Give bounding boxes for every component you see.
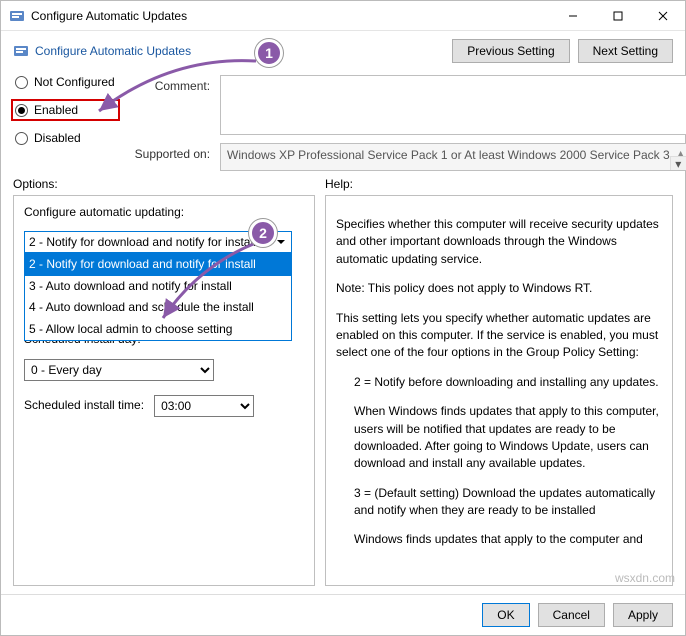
select-option[interactable]: 5 - Allow local admin to choose setting xyxy=(25,319,291,340)
radio-icon xyxy=(15,104,28,117)
supported-on-field: Windows XP Professional Service Pack 1 o… xyxy=(220,143,686,171)
select-option[interactable]: 3 - Auto download and notify for install xyxy=(25,276,291,297)
policy-icon xyxy=(9,8,25,24)
annotation-badge-2: 2 xyxy=(249,219,277,247)
radio-label: Not Configured xyxy=(34,75,115,89)
options-panel: Configure automatic updating: 2 - Notify… xyxy=(13,195,315,586)
panels: Configure automatic updating: 2 - Notify… xyxy=(1,195,685,594)
dialog-window: 1 2 Configure Automatic Updates Configur… xyxy=(0,0,686,636)
supported-on-text: Windows XP Professional Service Pack 1 o… xyxy=(227,148,670,162)
comment-label: Comment: xyxy=(120,75,210,93)
state-radio-group: Not Configured Enabled Disabled xyxy=(1,67,120,171)
dialog-footer: OK Cancel Apply xyxy=(1,594,685,635)
header-row: Configure Automatic Updates Previous Set… xyxy=(1,31,685,67)
cancel-button[interactable]: Cancel xyxy=(538,603,605,627)
annotation-badge-1: 1 xyxy=(255,39,283,67)
supported-label: Supported on: xyxy=(120,143,210,161)
state-section: Not Configured Enabled Disabled Comment:… xyxy=(1,67,685,171)
radio-label: Disabled xyxy=(34,131,81,145)
page-title: Configure Automatic Updates xyxy=(13,43,444,59)
titlebar: Configure Automatic Updates xyxy=(1,1,685,31)
scheduled-time-select[interactable]: 03:00 xyxy=(154,395,254,417)
scheduled-time-label: Scheduled install time: xyxy=(24,397,144,414)
panels-header: Options: Help: xyxy=(1,177,685,195)
radio-disabled[interactable]: Disabled xyxy=(15,131,120,145)
help-text: Windows finds updates that apply to the … xyxy=(354,531,662,548)
options-label: Options: xyxy=(13,177,313,191)
window-title: Configure Automatic Updates xyxy=(31,9,550,23)
help-text: 2 = Notify before downloading and instal… xyxy=(354,374,662,391)
select-option[interactable]: 2 - Notify for download and notify for i… xyxy=(25,254,291,275)
radio-label: Enabled xyxy=(34,103,78,117)
help-text: When Windows finds updates that apply to… xyxy=(354,403,662,473)
scheduled-day-select[interactable]: 0 - Every day xyxy=(24,359,214,381)
policy-icon xyxy=(13,43,29,59)
comment-row: Comment: xyxy=(120,75,686,135)
radio-enabled[interactable]: Enabled xyxy=(11,99,120,121)
comment-supported-col: Comment: Supported on: Windows XP Profes… xyxy=(120,67,686,171)
radio-icon xyxy=(15,76,28,89)
maximize-button[interactable] xyxy=(595,1,640,30)
chevron-down-icon[interactable]: ▾ xyxy=(670,156,686,170)
apply-button[interactable]: Apply xyxy=(613,603,673,627)
ok-button[interactable]: OK xyxy=(482,603,529,627)
help-text: 3 = (Default setting) Download the updat… xyxy=(354,485,662,520)
radio-not-configured[interactable]: Not Configured xyxy=(15,75,120,89)
select-option[interactable]: 4 - Auto download and schedule the insta… xyxy=(25,297,291,318)
previous-setting-button[interactable]: Previous Setting xyxy=(452,39,569,63)
page-title-text: Configure Automatic Updates xyxy=(35,44,191,58)
help-text: Note: This policy does not apply to Wind… xyxy=(336,280,662,297)
help-text: Specifies whether this computer will rec… xyxy=(336,216,662,268)
close-button[interactable] xyxy=(640,1,685,30)
next-setting-button[interactable]: Next Setting xyxy=(578,39,673,63)
supported-row: Supported on: Windows XP Professional Se… xyxy=(120,143,686,171)
help-label: Help: xyxy=(325,177,353,191)
minimize-button[interactable] xyxy=(550,1,595,30)
help-text: This setting lets you specify whether au… xyxy=(336,310,662,362)
comment-input[interactable] xyxy=(220,75,686,135)
select-dropdown-list: 2 - Notify for download and notify for i… xyxy=(24,253,292,341)
help-panel: Specifies whether this computer will rec… xyxy=(325,195,673,586)
radio-icon xyxy=(15,132,28,145)
